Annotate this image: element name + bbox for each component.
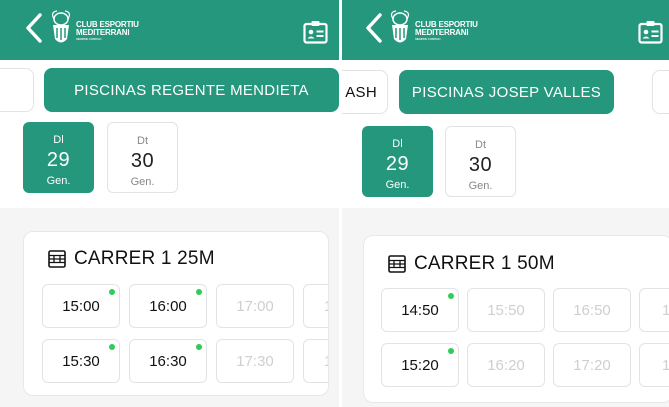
club-name-line2: MEDITERRANI <box>76 28 130 37</box>
club-name-line2: MEDITERRANI <box>415 28 469 37</box>
time-slot[interactable]: 16:30 <box>129 339 207 383</box>
club-tagline: SIEMPRE CONTIGO <box>415 37 441 41</box>
slot-time: 1 <box>662 357 669 374</box>
filter-bar: ASH PISCINAS JOSEP VALLES Dl 29 Gen. Dt … <box>342 60 669 208</box>
day-29[interactable]: Dl 29 Gen. <box>362 126 433 197</box>
time-slot[interactable]: 15:30 <box>42 339 120 383</box>
pool-tab-regente-mendieta[interactable]: PISCINAS REGENTE MENDIETA <box>44 68 339 112</box>
slot-time: 1 <box>324 298 328 315</box>
member-card-icon[interactable] <box>638 20 663 44</box>
lane-title: CARRER 1 25M <box>48 248 215 270</box>
time-slot: 1 <box>639 288 669 332</box>
time-slot: 1 <box>303 339 328 383</box>
time-slot: 16:50 <box>553 288 631 332</box>
pool-tab-josep-valles[interactable]: PISCINAS JOSEP VALLES <box>399 70 614 114</box>
time-slot: 1 <box>639 343 669 387</box>
slot-time: 16:50 <box>573 301 611 319</box>
club-crest-icon <box>51 10 71 43</box>
slot-time: 17:00 <box>236 297 274 315</box>
day-month: Gen. <box>468 180 493 192</box>
time-slot[interactable]: 15:00 <box>42 284 120 328</box>
club-tagline: SIEMPRE CONTIGO <box>76 37 102 41</box>
back-icon[interactable] <box>24 12 44 44</box>
club-name: CLUB ESPORTIU MEDITERRANI SIEMPRE CONTIG… <box>76 21 139 42</box>
time-slot: 16:20 <box>467 343 545 387</box>
slot-time: 1 <box>324 353 328 370</box>
day-of-week: Dt <box>137 135 148 147</box>
day-of-week: Dl <box>53 134 64 146</box>
time-slot: 17:30 <box>216 339 294 383</box>
slot-time: 16:20 <box>487 356 525 374</box>
available-dot <box>196 289 202 295</box>
day-number: 30 <box>130 150 155 172</box>
time-slot[interactable]: 14:50 <box>381 288 459 332</box>
lane-card: CARRER 1 25M 15:00 16:00 17:00 1 15:30 1… <box>23 231 329 396</box>
pool-tab-previous[interactable]: ASH <box>342 70 388 114</box>
available-dot <box>448 348 454 354</box>
slot-time: 15:00 <box>62 297 100 315</box>
filter-bar: PISCINAS REGENTE MENDIETA Dl 29 Gen. Dt … <box>0 60 339 208</box>
slot-time: 14:50 <box>401 301 439 319</box>
day-month: Gen. <box>46 175 71 187</box>
day-number: 29 <box>46 149 71 171</box>
day-of-week: Dl <box>392 138 403 150</box>
time-slot[interactable]: 16:00 <box>129 284 207 328</box>
pool-tab-next[interactable] <box>652 70 669 114</box>
screen-right: CLUB ESPORTIU MEDITERRANI SIEMPRE CONTIG… <box>342 0 669 407</box>
day-30[interactable]: Dt 30 Gen. <box>445 126 516 197</box>
day-30[interactable]: Dt 30 Gen. <box>107 122 178 193</box>
club-crest-icon <box>390 10 410 43</box>
slot-time: 17:20 <box>573 356 611 374</box>
back-icon[interactable] <box>364 12 384 44</box>
screen-left: CLUB ESPORTIU MEDITERRANI SIEMPRE CONTIG… <box>0 0 339 407</box>
slot-time: 15:50 <box>487 301 525 319</box>
available-dot <box>109 344 115 350</box>
club-logo: CLUB ESPORTIU MEDITERRANI SIEMPRE CONTIG… <box>46 8 164 52</box>
pool-tab-label: ASH <box>345 83 377 101</box>
club-name: CLUB ESPORTIU MEDITERRANI SIEMPRE CONTIG… <box>415 21 478 42</box>
lane-card: CARRER 1 50M 14:50 15:50 16:50 1 15:20 1… <box>363 235 669 403</box>
time-slot: 17:00 <box>216 284 294 328</box>
member-card-icon[interactable] <box>303 20 328 44</box>
available-dot <box>448 293 454 299</box>
slot-time: 17:30 <box>236 352 274 370</box>
time-slot[interactable]: 15:20 <box>381 343 459 387</box>
day-number: 30 <box>468 154 493 176</box>
slot-time: 16:00 <box>149 297 187 315</box>
lane-title-text: CARRER 1 25M <box>74 248 215 269</box>
time-slot: 17:20 <box>553 343 631 387</box>
slot-time: 1 <box>662 302 669 319</box>
app-header: CLUB ESPORTIU MEDITERRANI SIEMPRE CONTIG… <box>342 0 669 60</box>
club-logo: CLUB ESPORTIU MEDITERRANI SIEMPRE CONTIG… <box>385 8 503 52</box>
app-header: CLUB ESPORTIU MEDITERRANI SIEMPRE CONTIG… <box>0 0 339 60</box>
slot-time: 16:30 <box>149 352 187 370</box>
day-month: Gen. <box>385 179 410 191</box>
time-slot: 15:50 <box>467 288 545 332</box>
pool-tab-label: PISCINAS REGENTE MENDIETA <box>74 81 309 99</box>
day-29[interactable]: Dl 29 Gen. <box>23 122 94 193</box>
lane-title-text: CARRER 1 50M <box>414 253 555 274</box>
day-month: Gen. <box>130 176 155 188</box>
slot-time: 15:20 <box>401 356 439 374</box>
time-slot: 1 <box>303 284 328 328</box>
day-number: 29 <box>385 153 410 175</box>
day-of-week: Dt <box>475 139 486 151</box>
pool-tab-label: PISCINAS JOSEP VALLES <box>411 83 602 101</box>
slot-time: 15:30 <box>62 352 100 370</box>
available-dot <box>196 344 202 350</box>
pool-tab-previous[interactable] <box>0 68 34 112</box>
available-dot <box>109 289 115 295</box>
lane-grid-icon <box>388 255 406 273</box>
lane-title: CARRER 1 50M <box>388 253 555 275</box>
lane-grid-icon <box>48 250 66 268</box>
